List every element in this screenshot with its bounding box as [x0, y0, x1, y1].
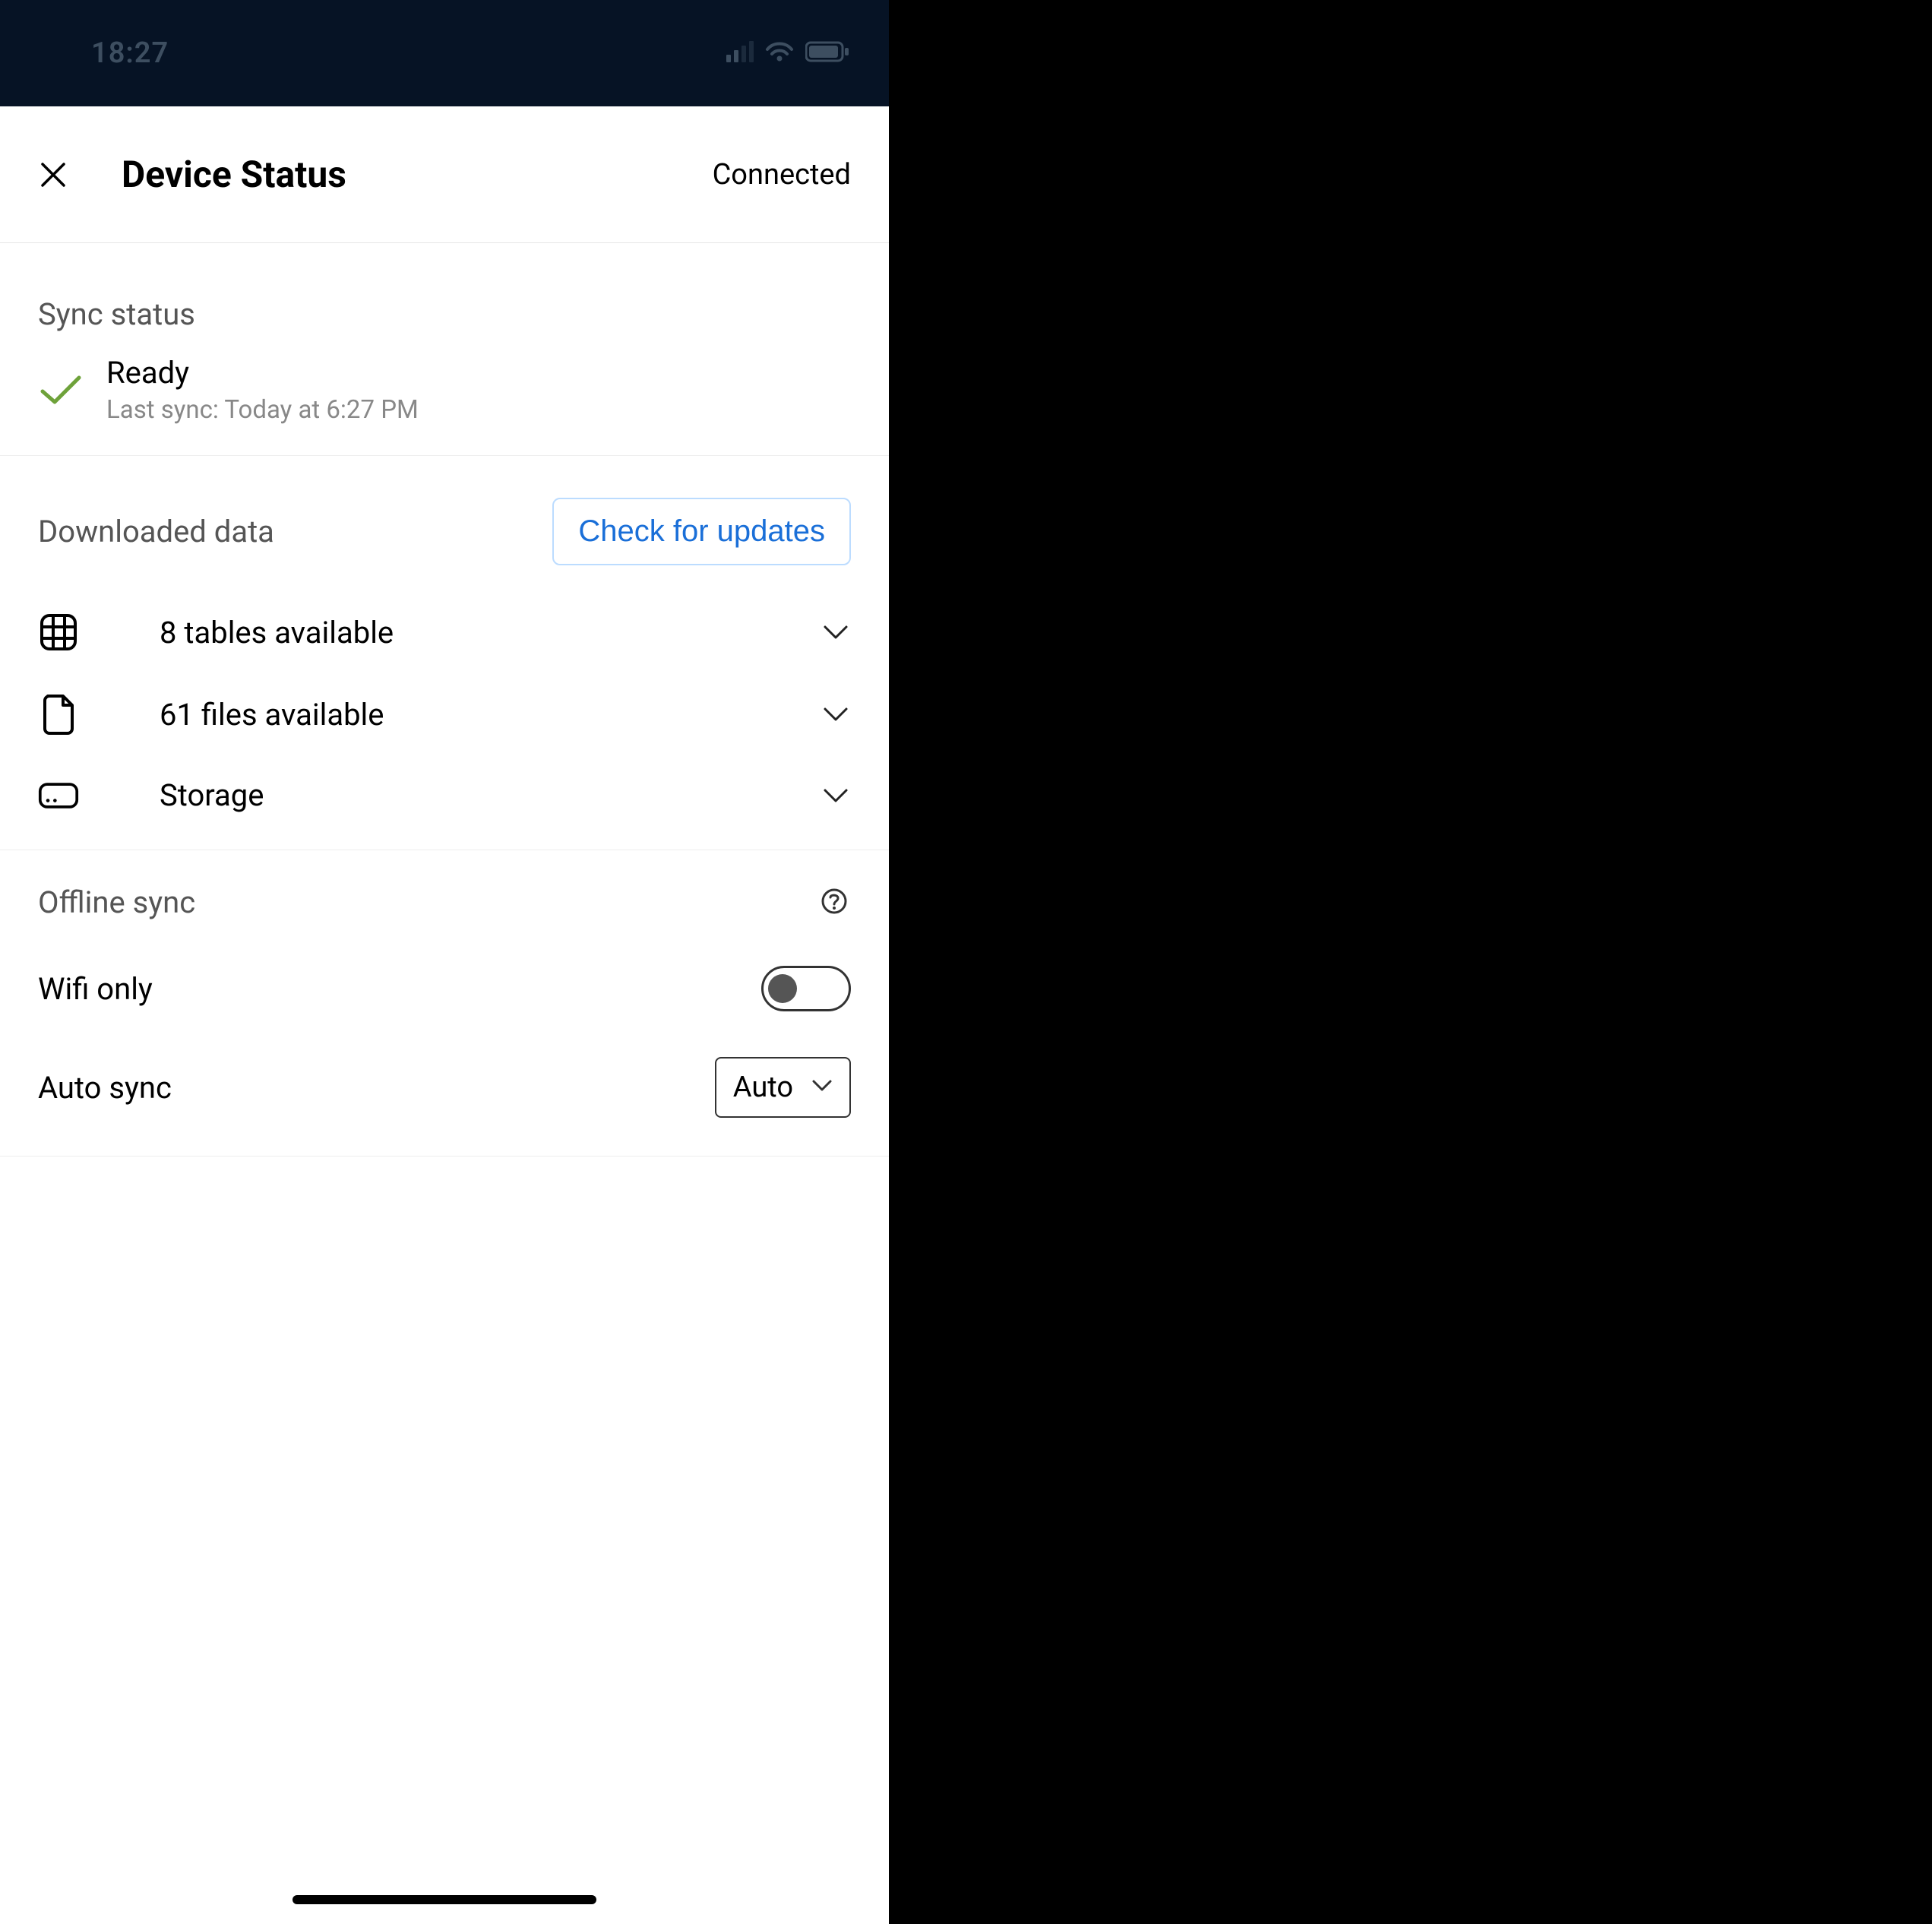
- wifi-only-label: Wifi only: [38, 971, 153, 1007]
- storage-row[interactable]: Storage: [0, 756, 889, 834]
- content-area: Sync status Ready Last sync: Today at 6:…: [0, 243, 889, 1924]
- sync-state: Ready: [106, 355, 851, 391]
- status-time: 18:27: [91, 36, 169, 70]
- storage-icon: [38, 781, 79, 810]
- last-sync-text: Last sync: Today at 6:27 PM: [106, 395, 851, 425]
- chevron-down-icon: [821, 788, 851, 803]
- offline-section-label: Offline sync: [38, 884, 195, 920]
- sync-status-row: Ready Last sync: Today at 6:27 PM: [0, 355, 889, 456]
- chevron-down-icon: [811, 1079, 833, 1096]
- auto-sync-select[interactable]: Auto: [715, 1057, 851, 1118]
- cellular-icon: [726, 41, 754, 65]
- tables-row[interactable]: 8 tables available: [0, 592, 889, 672]
- auto-sync-value: Auto: [733, 1071, 793, 1104]
- close-icon: [40, 161, 67, 188]
- sync-text: Ready Last sync: Today at 6:27 PM: [106, 355, 851, 425]
- status-icons: [726, 40, 849, 66]
- downloaded-header: Downloaded data Check for updates: [0, 456, 889, 592]
- files-label: 61 files available: [122, 697, 821, 733]
- checkmark-icon: [38, 373, 84, 407]
- offline-header: Offline sync: [0, 850, 889, 943]
- help-icon: [821, 888, 848, 915]
- file-icon: [38, 694, 79, 735]
- grid-icon: [38, 613, 79, 651]
- connection-status: Connected: [713, 158, 851, 191]
- help-button[interactable]: [821, 888, 851, 918]
- chevron-down-icon: [821, 625, 851, 640]
- page-title: Device Status: [122, 153, 713, 196]
- auto-sync-label: Auto sync: [38, 1070, 172, 1106]
- files-row[interactable]: 61 files available: [0, 672, 889, 756]
- check-updates-button[interactable]: Check for updates: [552, 498, 851, 565]
- close-button[interactable]: [38, 160, 68, 190]
- storage-label: Storage: [122, 777, 821, 813]
- wifi-only-toggle[interactable]: [761, 966, 851, 1011]
- sync-section-label: Sync status: [0, 243, 889, 355]
- auto-sync-row: Auto sync Auto: [0, 1034, 889, 1157]
- home-indicator[interactable]: [292, 1895, 596, 1904]
- downloaded-section-label: Downloaded data: [38, 514, 274, 549]
- phone-frame: 18:27 Device Status Connected Sync statu…: [0, 0, 889, 1924]
- toggle-knob: [768, 974, 797, 1003]
- wifi-only-row: Wifi only: [0, 943, 889, 1034]
- page-header: Device Status Connected: [0, 106, 889, 243]
- chevron-down-icon: [821, 707, 851, 722]
- wifi-icon: [764, 40, 795, 66]
- tables-label: 8 tables available: [122, 615, 821, 650]
- status-bar: 18:27: [0, 0, 889, 106]
- battery-icon: [805, 41, 849, 65]
